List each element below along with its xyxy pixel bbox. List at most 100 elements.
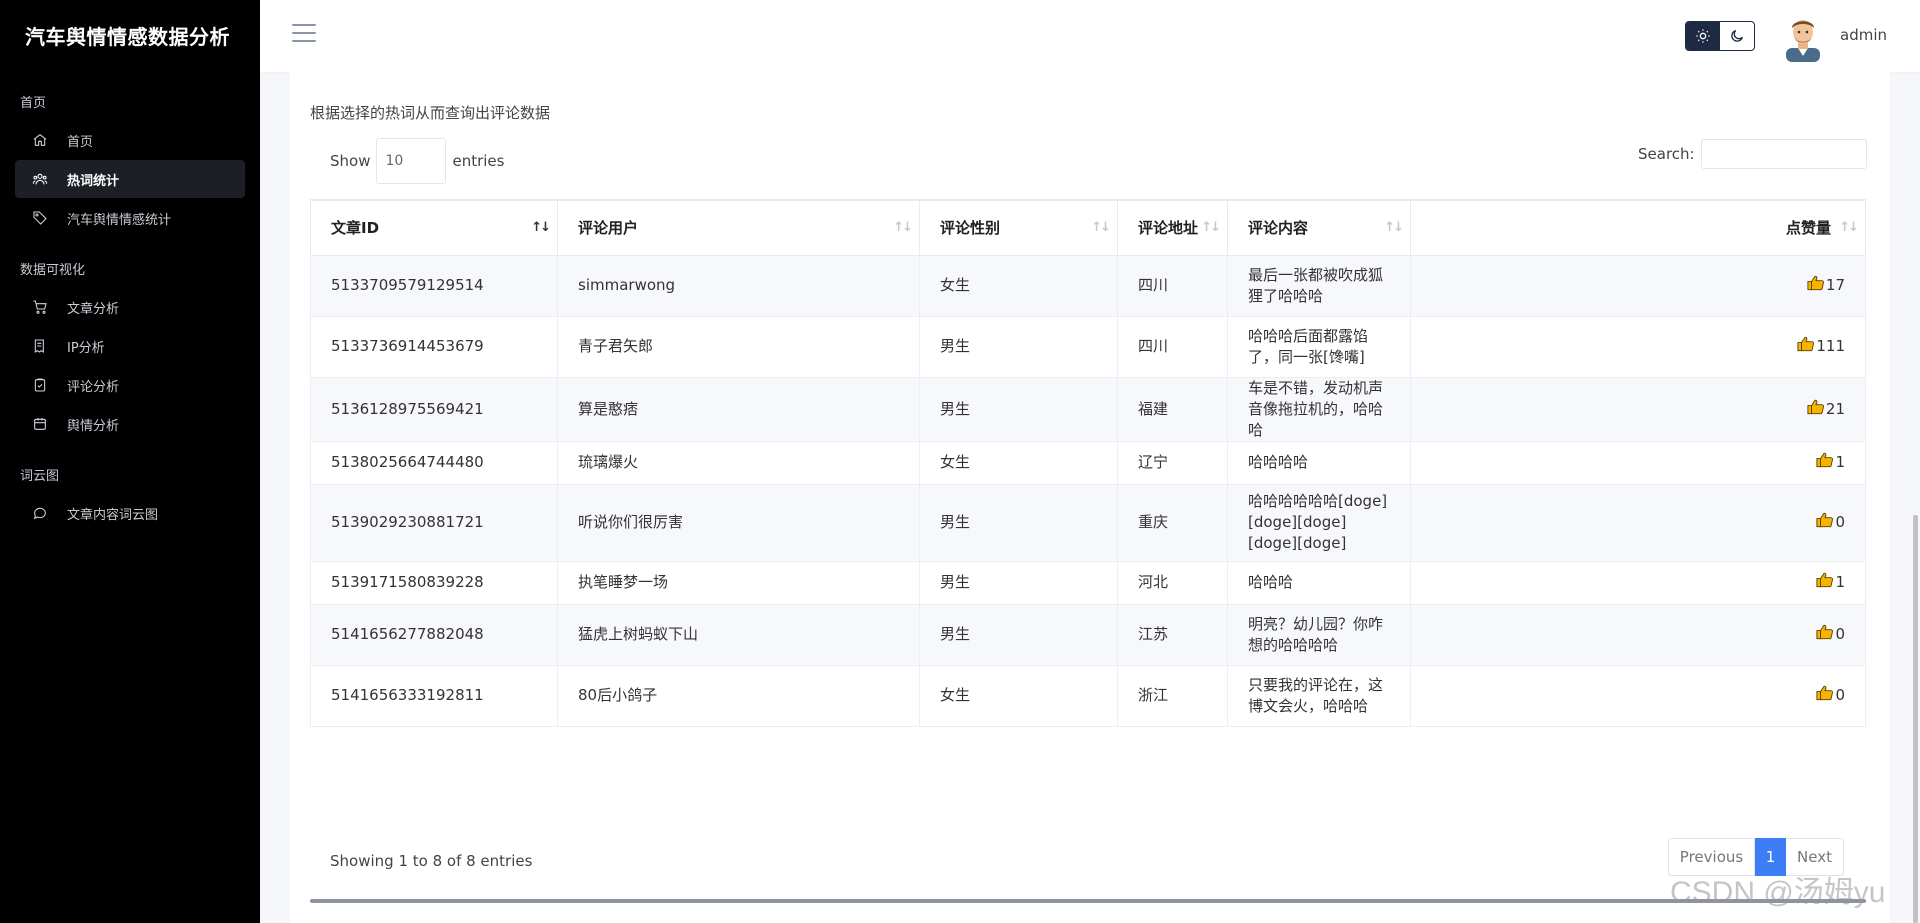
nav-section-home: 首页 (20, 96, 47, 111)
sidebar-item-sentiment-stats[interactable]: 汽车舆情情感统计 (15, 199, 245, 237)
comments-card: 根据选择的热词从而查询出评论数据 Show 10 entries Search:… (290, 72, 1890, 923)
likes-count: 1 (1835, 573, 1845, 591)
column-header-user[interactable]: 评论用户 ↑↓ (557, 199, 920, 256)
chat-icon (31, 504, 49, 522)
cell-gender: 女生 (919, 441, 1118, 485)
sidebar-item-opinion-analysis[interactable]: 舆情分析 (15, 405, 245, 443)
menu-toggle-icon[interactable] (292, 24, 316, 44)
search-input[interactable] (1700, 139, 1867, 169)
cell-gender: 男生 (919, 316, 1118, 378)
tag-icon (31, 209, 49, 227)
cell-address: 四川 (1117, 316, 1228, 378)
sort-icon: ↑↓ (1384, 220, 1404, 235)
cell-article-id: 5133709579129514 (310, 255, 558, 317)
cell-content: 哈哈哈后面都露馅了，同一张[馋嘴] (1227, 316, 1411, 378)
table-row[interactable]: 5136128975569421 算是憨痞 男生 福建 车是不错，发动机声音像拖拉机的，… (310, 377, 1866, 442)
cell-user: 听说你们很厉害 (557, 484, 920, 562)
likes-count: 21 (1825, 399, 1845, 418)
sidebar-item-label: 汽车舆情情感统计 (67, 212, 172, 228)
sun-icon[interactable] (1686, 22, 1720, 50)
cell-likes: 1 (1410, 441, 1866, 485)
column-header-gender[interactable]: 评论性别 ↑↓ (919, 199, 1118, 256)
likes-count: 0 (1835, 625, 1845, 643)
sidebar-item-hotword-stats[interactable]: 热词统计 (15, 160, 245, 198)
table-row[interactable]: 5139029230881721 听说你们很厉害 男生 重庆 哈哈哈哈哈哈[doge][… (310, 484, 1866, 562)
sidebar-item-article-wordcloud[interactable]: 文章内容词云图 (15, 494, 245, 532)
calendar-icon (31, 415, 49, 433)
cell-article-id: 5141656333192811 (310, 665, 558, 727)
thumbs-up-icon (1816, 451, 1835, 474)
table-header-row: 文章ID ↑↓ 评论用户 ↑↓ 评论性别 ↑↓ 评论地址 ↑↓ 评论内容 ↑↓ 点赞量 ↑↓ (310, 199, 1866, 256)
table-row[interactable]: 5133736914453679 青子君矢郎 男生 四川 哈哈哈后面都露馅了，同一张[馋… (310, 316, 1866, 378)
cell-content: 明亮？幼儿园？你咋想的哈哈哈哈 (1227, 604, 1411, 666)
brand-title[interactable]: 汽车舆情情感数据分析 (0, 0, 260, 70)
cell-likes: 1 (1410, 561, 1866, 605)
cell-address: 重庆 (1117, 484, 1228, 562)
sidebar-item-ip-analysis[interactable]: IP分析 (15, 327, 245, 365)
home-icon (31, 131, 49, 149)
cell-content: 哈哈哈哈 (1227, 441, 1411, 485)
search-label: Search: (1638, 145, 1695, 163)
sidebar-item-home[interactable]: 首页 (15, 121, 245, 159)
thumbs-up-icon (1816, 623, 1835, 646)
sidebar-item-label: 首页 (67, 134, 94, 150)
thumbs-up-icon (1807, 398, 1826, 421)
thumbs-up-icon (1807, 274, 1826, 297)
column-header-address[interactable]: 评论地址 ↑↓ (1117, 199, 1228, 256)
table-row[interactable]: 5133709579129514 simmarwong 女生 四川 最后一张都被吹成狐狸… (310, 255, 1866, 317)
moon-icon[interactable] (1720, 22, 1754, 50)
avatar[interactable] (1780, 12, 1826, 62)
sidebar-item-label: 热词统计 (67, 173, 120, 189)
thumbs-up-icon (1797, 335, 1816, 358)
nav-section-visualization: 数据可视化 (20, 263, 86, 278)
sidebar-item-comment-analysis[interactable]: 评论分析 (15, 366, 245, 404)
cell-address: 辽宁 (1117, 441, 1228, 485)
sidebar-item-article-analysis[interactable]: 文章分析 (15, 288, 245, 326)
thumbs-up-icon (1816, 684, 1835, 707)
cell-gender: 女生 (919, 665, 1118, 727)
sidebar-item-label: 文章分析 (67, 301, 120, 317)
table-row[interactable]: 5139171580839228 执笔睡梦一场 男生 河北 哈哈哈 1 (310, 561, 1866, 605)
cell-address: 福建 (1117, 377, 1228, 442)
column-header-content[interactable]: 评论内容 ↑↓ (1227, 199, 1411, 256)
cell-address: 江苏 (1117, 604, 1228, 666)
sort-icon: ↑↓ (1091, 220, 1111, 235)
watermark: CSDN @汤姆yu (1670, 876, 1886, 909)
cell-gender: 男生 (919, 484, 1118, 562)
sidebar: 汽车舆情情感数据分析 首页 首页 热词统计 汽车舆情情感统计 数据可视化 文章分… (0, 0, 260, 923)
column-header-likes[interactable]: 点赞量 ↑↓ (1410, 199, 1866, 256)
vertical-scrollbar[interactable] (1913, 515, 1918, 923)
sort-asc-icon: ↑↓ (531, 220, 551, 235)
cell-likes: 0 (1410, 604, 1866, 666)
cell-content: 车是不错，发动机声音像拖拉机的，哈哈哈 (1227, 377, 1411, 442)
cell-article-id: 5139029230881721 (310, 484, 558, 562)
cell-likes: 0 (1410, 484, 1866, 562)
sort-icon: ↑↓ (1201, 220, 1221, 235)
table-row[interactable]: 5141656277882048 猛虎上树蚂蚁下山 男生 江苏 明亮？幼儿园？你咋想的哈… (310, 604, 1866, 666)
nav-section-wordcloud: 词云图 (20, 469, 60, 484)
cell-user: 算是憨痞 (557, 377, 920, 442)
cell-gender: 男生 (919, 604, 1118, 666)
likes-count: 111 (1816, 337, 1845, 355)
sidebar-item-label: 评论分析 (67, 379, 120, 395)
cell-content: 只要我的评论在，这博文会火，哈哈哈 (1227, 665, 1411, 727)
cell-user: 青子君矢郎 (557, 316, 920, 378)
cell-content: 哈哈哈 (1227, 561, 1411, 605)
cell-likes: 111 (1410, 316, 1866, 378)
theme-toggle[interactable] (1685, 21, 1755, 51)
username[interactable]: admin (1840, 26, 1887, 44)
horizontal-scrollbar[interactable] (310, 899, 1866, 903)
cart-icon (31, 298, 49, 316)
cell-user: 执笔睡梦一场 (557, 561, 920, 605)
table-info: Showing 1 to 8 of 8 entries (330, 852, 533, 870)
table-row[interactable]: 5141656333192811 80后小鸽子 女生 浙江 只要我的评论在，这博文会火，… (310, 665, 1866, 727)
sort-icon: ↑↓ (1839, 220, 1859, 235)
cell-content: 最后一张都被吹成狐狸了哈哈哈 (1227, 255, 1411, 317)
table-row[interactable]: 5138025664744480 琉璃爆火 女生 辽宁 哈哈哈哈 1 (310, 441, 1866, 485)
entries-length-control: Show 10 entries (330, 138, 504, 184)
column-header-article-id[interactable]: 文章ID ↑↓ (310, 199, 558, 256)
clipboard-check-icon (31, 376, 49, 394)
cell-gender: 男生 (919, 377, 1118, 442)
entries-label: entries (452, 152, 505, 170)
entries-select[interactable]: 10 (376, 138, 447, 184)
